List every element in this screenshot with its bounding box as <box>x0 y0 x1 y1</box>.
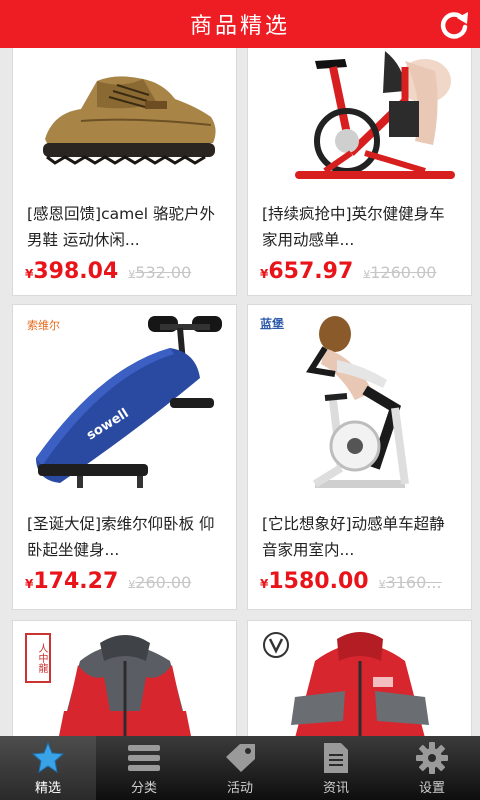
product-original-price: ¥1260.00 <box>363 263 437 282</box>
product-card[interactable]: 索维尔 sowell [圣诞大促]索维尔仰卧板 仰卧起坐健身... ¥174.2… <box>12 304 237 610</box>
header-bar: 商品精选 <box>0 0 480 48</box>
product-card[interactable] <box>247 620 472 736</box>
product-name: [它比想象好]动感单车超静音家用室内... <box>262 515 445 559</box>
product-image-spin-bike <box>248 48 471 191</box>
product-image-jacket: 人中龍 <box>13 621 236 736</box>
tab-featured[interactable]: 精选 <box>0 736 96 800</box>
product-image-jacket-2 <box>248 621 471 736</box>
product-card[interactable]: [感恩回馈]camel 骆驼户外男鞋 运动休闲... ¥398.04 ¥532.… <box>12 48 237 296</box>
product-price: ¥1580.00 <box>260 569 369 594</box>
product-grid: [感恩回馈]camel 骆驼户外男鞋 运动休闲... ¥398.04 ¥532.… <box>0 48 480 736</box>
tab-label: 活动 <box>226 781 253 796</box>
refresh-icon <box>440 12 468 39</box>
product-price: ¥657.97 <box>260 259 354 284</box>
product-original-price: ¥532.00 <box>128 263 192 282</box>
brand-mark: 人中龍 <box>25 633 51 683</box>
tab-category[interactable]: 分类 <box>96 736 192 800</box>
bottom-tab-bar: 精选 分类 活动 资讯 设置 <box>0 736 480 800</box>
list-icon <box>128 745 160 771</box>
tab-news[interactable]: 资讯 <box>288 736 384 800</box>
refresh-button[interactable] <box>436 6 472 42</box>
brand-mark: 蓝堡 <box>260 317 285 331</box>
page-title: 商品精选 <box>189 14 290 39</box>
product-image-shoe <box>13 48 236 191</box>
product-name: [感恩回馈]camel 骆驼户外男鞋 运动休闲... <box>27 205 215 249</box>
brand-logo-icon <box>263 632 289 658</box>
document-icon <box>324 743 348 773</box>
product-card[interactable]: 人中龍 <box>12 620 237 736</box>
product-original-price: ¥3160... <box>378 573 442 592</box>
tab-label: 资讯 <box>322 781 349 796</box>
product-image-situp-bench: 索维尔 sowell <box>13 305 236 501</box>
tab-label: 设置 <box>418 781 445 796</box>
tag-icon <box>226 744 255 772</box>
product-name: [持续疯抢中]英尔健健身车家用动感单... <box>262 205 445 249</box>
product-price: ¥398.04 <box>25 259 119 284</box>
product-price: ¥174.27 <box>25 569 119 594</box>
product-name: [圣诞大促]索维尔仰卧板 仰卧起坐健身... <box>27 515 215 559</box>
star-icon <box>31 741 65 774</box>
tab-activity[interactable]: 活动 <box>192 736 288 800</box>
product-card[interactable]: 蓝堡 [它比想象好]动感单车超静音家用室内... ¥1580.00 ¥3160.… <box>247 304 472 610</box>
tab-settings[interactable]: 设置 <box>384 736 480 800</box>
product-card[interactable]: [持续疯抢中]英尔健健身车家用动感单... ¥657.97 ¥1260.00 <box>247 48 472 296</box>
product-image-exercise-bike: 蓝堡 <box>248 305 471 501</box>
brand-mark: 索维尔 <box>27 319 60 332</box>
tab-label: 分类 <box>130 781 157 796</box>
tab-label: 精选 <box>34 781 61 796</box>
gear-icon <box>416 742 448 774</box>
product-original-price: ¥260.00 <box>128 573 192 592</box>
